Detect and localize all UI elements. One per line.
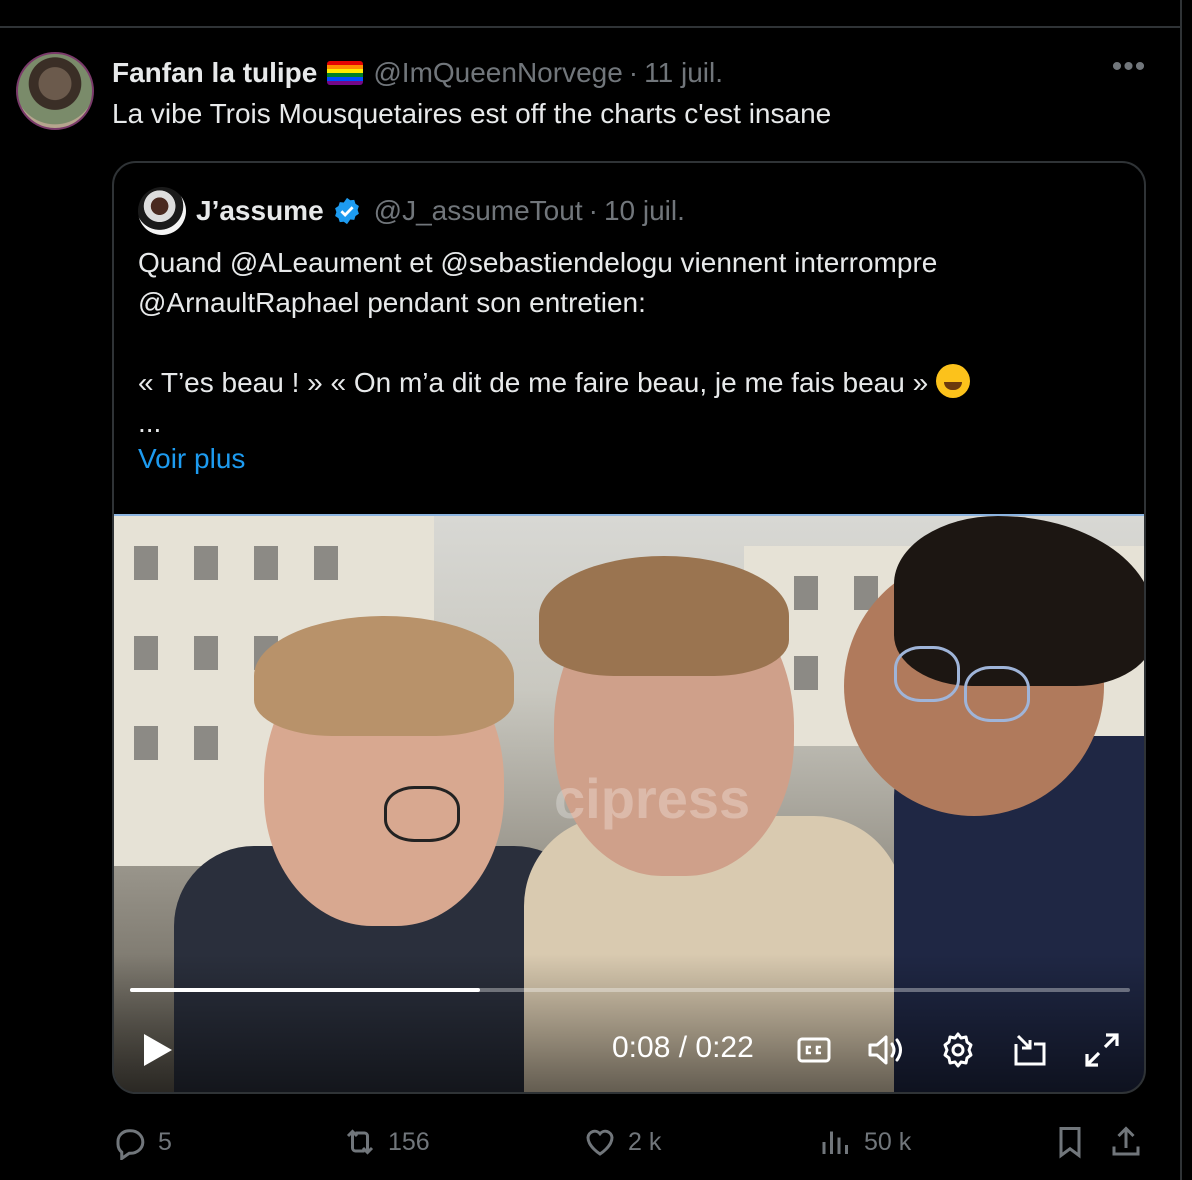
quoted-tweet-text: Quand @ALeaument et @sebastiendelogu vie…: [138, 243, 970, 443]
video-progress-bar[interactable]: [130, 988, 1130, 992]
video-timecode: 0:08 / 0:22: [612, 1031, 754, 1064]
video-watermark: cipress: [554, 767, 751, 830]
quoted-author-name[interactable]: J’assume: [196, 195, 324, 227]
video-progress-fill: [130, 988, 480, 992]
quoted-tweet-header: J’assume @J_assumeTout · 10 juil.: [196, 191, 685, 231]
quoted-text-line: Quand @ALeaument et @sebastiendelogu vie…: [138, 247, 938, 278]
repost-icon: [346, 1129, 374, 1155]
quoted-tweet[interactable]: J’assume @J_assumeTout · 10 juil. Quand …: [112, 161, 1146, 1094]
column-divider: [1180, 0, 1182, 1180]
separator: ·: [588, 195, 598, 226]
volume-icon[interactable]: [866, 1030, 906, 1070]
quoted-text-ellipsis: ...: [138, 407, 162, 438]
settings-icon[interactable]: [938, 1030, 978, 1070]
top-divider: [0, 26, 1180, 28]
reply-button[interactable]: 5: [112, 1120, 172, 1164]
author-avatar[interactable]: [16, 52, 94, 130]
quoted-author-avatar[interactable]: [138, 187, 186, 235]
video-player[interactable]: cipress 0:08 / 0:22: [114, 514, 1144, 1092]
see-more-link[interactable]: Voir plus: [138, 443, 245, 475]
separator: ·: [628, 57, 639, 88]
reply-count: 5: [158, 1127, 172, 1156]
more-icon[interactable]: •••: [1110, 52, 1148, 88]
bookmark-icon[interactable]: [1052, 1120, 1098, 1164]
share-icon[interactable]: [1108, 1120, 1154, 1164]
quoted-author-handle[interactable]: @J_assumeTout: [374, 195, 583, 227]
reply-icon: [116, 1129, 145, 1160]
repost-button[interactable]: 156: [342, 1120, 430, 1164]
tweet-text: La vibe Trois Mousquetaires est off the …: [112, 98, 832, 129]
play-icon[interactable]: [140, 1030, 176, 1070]
like-button[interactable]: 2 k: [582, 1120, 661, 1164]
author-handle[interactable]: @ImQueenNorvege: [373, 57, 622, 89]
views-count: 50 k: [864, 1127, 912, 1156]
views-button[interactable]: 50 k: [818, 1120, 911, 1164]
repost-count: 156: [388, 1127, 430, 1156]
sweat-smile-emoji: [935, 364, 970, 398]
quoted-text-line: « T’es beau ! » « On m’a dit de me faire…: [138, 363, 970, 403]
views-icon: [822, 1131, 848, 1154]
captions-icon[interactable]: [794, 1030, 834, 1070]
verified-badge-icon: [332, 196, 362, 226]
quoted-tweet-date[interactable]: 10 juil.: [604, 195, 685, 227]
quoted-text-line: @ArnaultRaphael pendant son entretien:: [138, 287, 646, 318]
like-icon: [586, 1129, 614, 1156]
fullscreen-icon[interactable]: [1082, 1030, 1122, 1070]
author-name[interactable]: Fanfan la tulipe: [112, 57, 317, 89]
picture-in-picture-icon[interactable]: [1010, 1030, 1050, 1070]
tweet-date[interactable]: 11 juil.: [644, 57, 723, 89]
like-count: 2 k: [628, 1127, 662, 1156]
tweet-header: Fanfan la tulipe @ImQueenNorvege · 11 ju…: [112, 55, 723, 91]
rainbow-flag-icon: [327, 61, 364, 85]
tweet-actions: 5 156 2 k 50 k: [112, 1120, 1152, 1164]
